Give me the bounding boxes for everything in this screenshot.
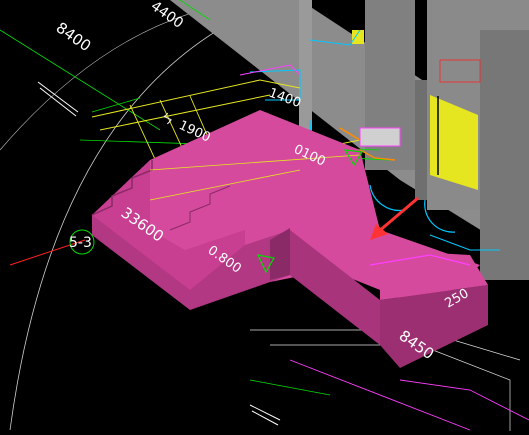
magenta-line-low	[289, 359, 471, 431]
small-box	[359, 127, 401, 147]
column-shadow	[415, 80, 427, 200]
annotation-arrow-icon	[377, 196, 419, 234]
dim-mark: ㄣ	[159, 110, 176, 128]
grid-axis-label: 5-3	[69, 235, 92, 251]
cad-scene: 5-3 8400 4400 1400 1900 0100 33600 0.800…	[0, 0, 529, 431]
green-line-5	[249, 379, 331, 396]
column-left	[299, 0, 312, 130]
cad-3d-viewport[interactable]: 5-3 8400 4400 1400 1900 0100 33600 0.800…	[0, 0, 529, 431]
wall-right-edge	[480, 30, 529, 280]
white-outline-2	[270, 344, 511, 431]
door-swing-arc-2	[369, 184, 406, 212]
dim-8400-top: 8400	[53, 19, 95, 56]
